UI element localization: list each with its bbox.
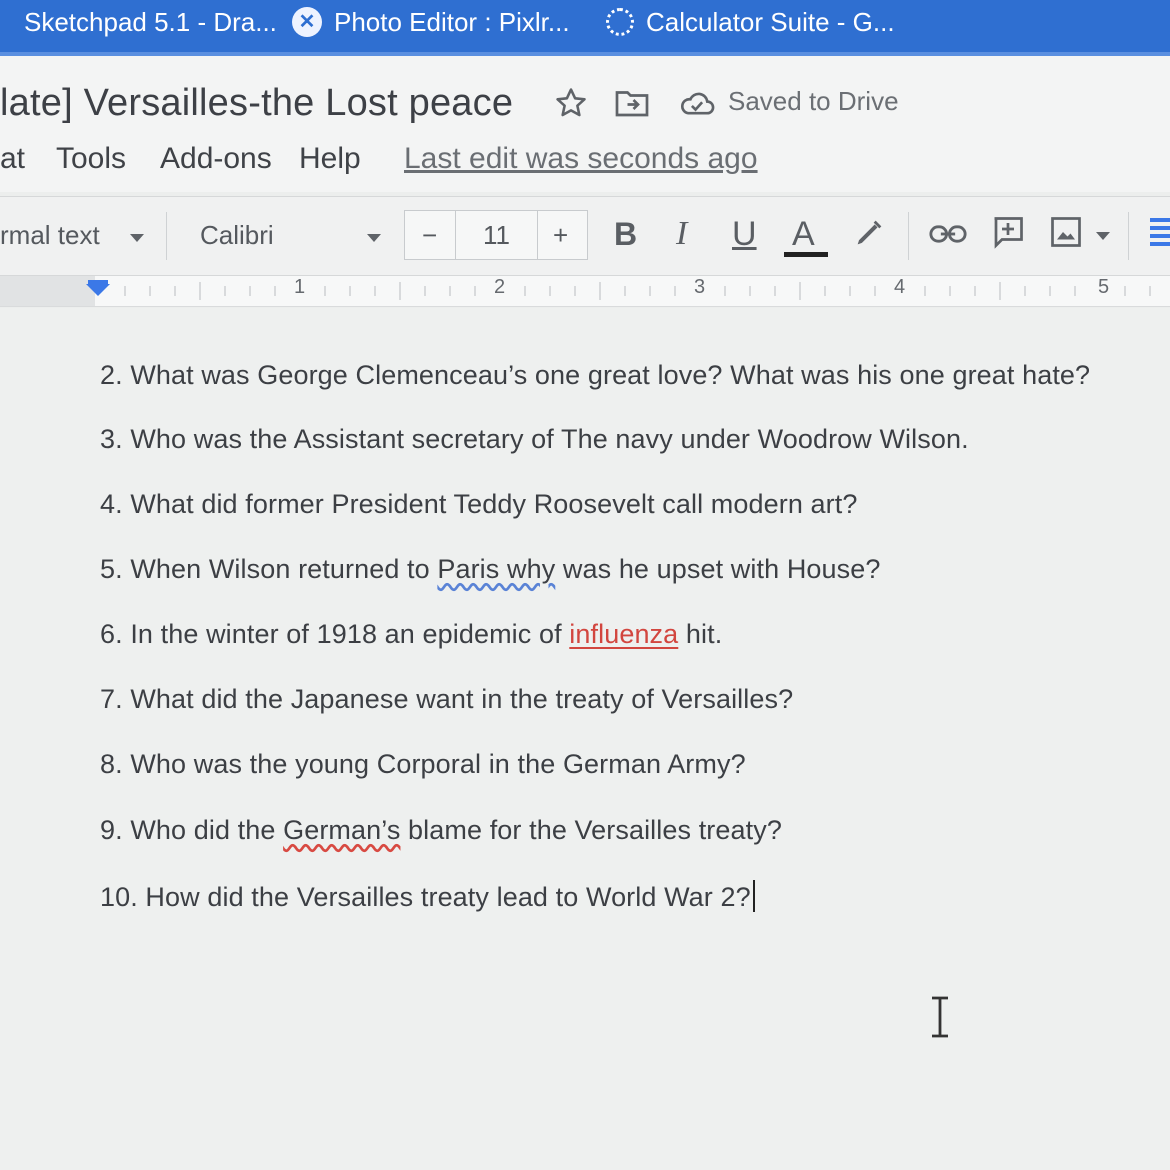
question-6-text: 6. In the winter of 1918 an epidemic of (100, 619, 570, 649)
question-5-text-end: was he upset with House? (555, 554, 881, 584)
question-8[interactable]: 8. Who was the young Corporal in the Ger… (100, 749, 746, 780)
paragraph-style-dropdown[interactable]: rmal text (0, 220, 100, 251)
question-6[interactable]: 6. In the winter of 1918 an epidemic of … (100, 619, 722, 650)
font-size-input[interactable]: 11 (483, 220, 510, 251)
toolbar-divider (1128, 212, 1129, 260)
question-4[interactable]: 4. What did former President Teddy Roose… (100, 489, 857, 520)
question-6-text-end: hit. (678, 619, 723, 649)
pixlr-icon: ✕ (292, 7, 322, 37)
highlight-pen-icon[interactable] (852, 216, 886, 255)
saved-status: Saved to Drive (728, 86, 899, 116)
menu-add-ons[interactable]: Add-ons (160, 142, 272, 176)
align-left-icon[interactable] (1150, 216, 1170, 253)
increase-font-size-button[interactable]: + (553, 220, 568, 251)
text-color-button[interactable]: A (792, 214, 815, 254)
menu-format[interactable]: at (0, 142, 25, 176)
text-color-swatch (784, 252, 828, 257)
last-edit-link[interactable]: Last edit was seconds ago (404, 142, 758, 176)
toolbar-divider (166, 212, 167, 260)
tab-sketchpad-label: Sketchpad 5.1 - Dra... (24, 6, 277, 37)
font-dropdown-chevron-icon[interactable] (367, 234, 381, 242)
insert-link-icon[interactable] (928, 220, 968, 252)
highlighted-word[interactable]: influenza (569, 619, 678, 649)
cloud-check-icon (678, 88, 716, 123)
decrease-font-size-button[interactable]: − (422, 220, 437, 251)
italic-button[interactable]: I (676, 214, 687, 254)
font-size-stepper: − 11 + (404, 210, 588, 260)
text-cursor (752, 880, 755, 912)
ruler-mark: 2 (494, 276, 506, 298)
question-10[interactable]: 10. How did the Versailles treaty lead t… (100, 880, 755, 913)
doc-title[interactable]: late] Versailles-the Lost peace (0, 82, 513, 125)
ruler-mark: 5 (1098, 276, 1110, 298)
question-9-text-end: blame for the Versailles treaty? (400, 815, 782, 845)
question-5[interactable]: 5. When Wilson returned to Paris why was… (100, 554, 880, 585)
star-icon[interactable] (554, 86, 588, 125)
spelling-suggestion[interactable]: German’s (283, 815, 400, 845)
ruler-ticks (124, 282, 1151, 300)
question-3[interactable]: 3. Who was the Assistant secretary of Th… (100, 424, 969, 455)
question-7[interactable]: 7. What did the Japanese want in the tre… (100, 684, 793, 715)
ruler-mark: 3 (694, 276, 706, 298)
tab-photo-editor[interactable]: ✕ Photo Editor : Pixlr... (292, 0, 570, 44)
question-9-text: 9. Who did the (100, 815, 284, 845)
question-2[interactable]: 2. What was George Clemenceau’s one grea… (100, 360, 1090, 391)
question-5-text: 5. When Wilson returned to (100, 554, 438, 584)
tab-photo-editor-label: Photo Editor : Pixlr... (334, 6, 570, 37)
left-indent-handle[interactable] (86, 284, 110, 296)
style-dropdown-chevron-icon[interactable] (130, 234, 144, 242)
grammar-suggestion[interactable]: Paris why (437, 554, 555, 584)
underline-button[interactable]: U (732, 214, 757, 254)
insert-image-icon[interactable] (1048, 214, 1084, 255)
question-9[interactable]: 9. Who did the German’s blame for the Ve… (100, 815, 782, 846)
question-10-text: 10. How did the Versailles treaty lead t… (100, 882, 751, 912)
font-family-dropdown[interactable]: Calibri (200, 220, 274, 251)
tab-sketchpad[interactable]: Sketchpad 5.1 - Dra... (24, 0, 277, 44)
ruler[interactable] (0, 276, 1170, 307)
add-comment-icon[interactable] (990, 214, 1026, 255)
ruler-mark: 4 (894, 276, 906, 298)
text-color-label: A (792, 215, 815, 253)
menu-help[interactable]: Help (299, 142, 361, 176)
loading-icon (606, 8, 634, 36)
toolbar-divider (908, 212, 909, 260)
i-beam-cursor-icon (930, 996, 950, 1043)
browser-tab-strip: Sketchpad 5.1 - Dra... ✕ Photo Editor : … (0, 0, 1170, 56)
tab-calculator-suite[interactable]: Calculator Suite - G... (606, 0, 895, 44)
move-folder-icon[interactable] (614, 88, 650, 123)
menu-tools[interactable]: Tools (56, 142, 126, 176)
tab-calculator-label: Calculator Suite - G... (646, 6, 895, 37)
bold-button[interactable]: B (614, 214, 637, 254)
ruler-mark: 1 (294, 276, 306, 298)
image-dropdown-chevron-icon[interactable] (1096, 232, 1110, 240)
